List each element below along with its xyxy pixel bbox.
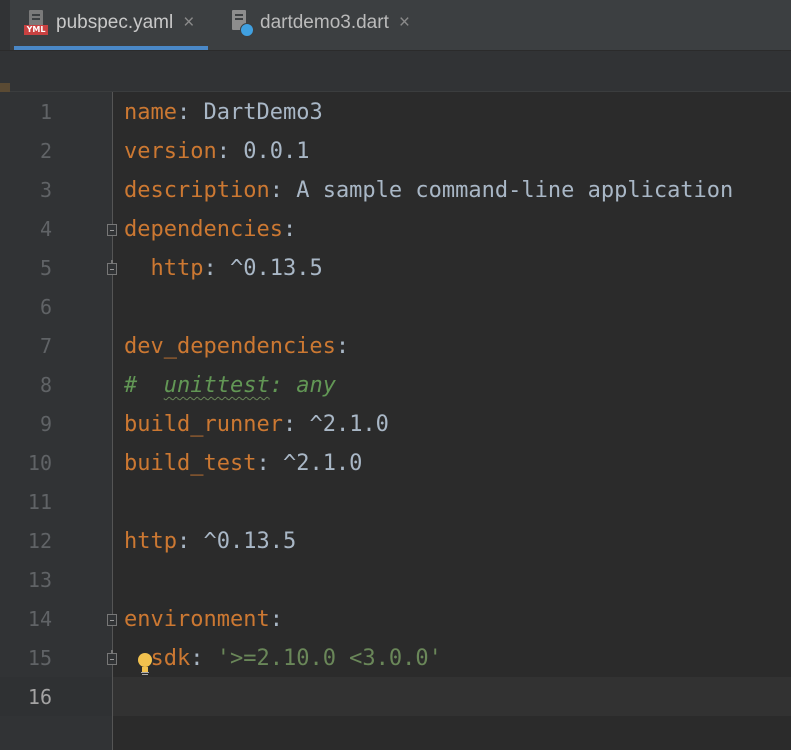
code-line[interactable]: # unittest: any [124,366,336,405]
line-number: 3 [39,178,52,202]
line-number: 5 [39,256,52,280]
line-number: 7 [39,334,52,358]
comment-text: : any [269,373,336,398]
yaml-key: sdk [124,646,191,671]
tab-label: pubspec.yaml [56,12,174,33]
fold-end-icon[interactable] [107,650,117,665]
line-number: 6 [39,295,52,319]
yaml-key: description [124,178,270,203]
yaml-key: build_runner [124,412,283,437]
yaml-value: 0.0.1 [243,139,310,164]
editor-tab-bar: YML pubspec.yaml × dartdemo3.dart × [0,0,791,51]
code-line[interactable]: version: 0.0.1 [124,132,309,171]
comment-word: unittest [163,373,270,398]
line-number: 14 [27,607,52,631]
code-line[interactable]: description: A sample command-line appli… [124,171,733,210]
yaml-separator: : [216,139,244,164]
fold-end-icon[interactable] [107,260,117,275]
current-line-highlight [0,677,791,716]
code-line[interactable]: build_runner: ^2.1.0 [124,405,389,444]
yaml-separator: : [282,217,297,242]
yaml-value: A sample command-line application [296,178,734,203]
code-line[interactable]: environment: [124,600,283,639]
code-line[interactable]: http: ^0.13.5 [124,522,296,561]
yaml-value: ^0.13.5 [229,256,323,281]
yaml-separator: : [203,256,230,281]
tab-pubspec-yaml[interactable]: YML pubspec.yaml × [14,0,208,50]
yaml-separator: : [176,100,204,125]
code-line[interactable]: build_test: ^2.1.0 [124,444,362,483]
yaml-separator: : [335,334,350,359]
line-number: 9 [39,412,52,436]
line-number: 8 [39,373,52,397]
yaml-key: name [124,100,177,125]
yaml-separator: : [256,451,283,476]
yaml-separator: : [282,412,310,437]
code-line[interactable]: http: ^0.13.5 [124,249,323,288]
code-line[interactable]: dependencies: [124,210,296,249]
breadcrumb-bar [0,51,791,91]
close-icon[interactable]: × [399,12,410,34]
yaml-key: http [124,256,204,281]
yaml-value: ^0.13.5 [203,529,297,554]
line-number: 1 [39,100,52,124]
yaml-string-value: '>=2.10.0 <3.0.0' [216,646,442,671]
comment-hash: # [124,373,164,398]
line-number: 13 [27,568,52,592]
yaml-file-icon: YML [24,10,50,36]
line-number: 15 [27,646,52,670]
yaml-separator: : [269,607,283,632]
close-icon[interactable]: × [183,12,194,34]
yaml-key: version [124,139,217,164]
yaml-key: dependencies [124,217,283,242]
code-line[interactable]: name: DartDemo3 [124,93,323,132]
fold-start-icon[interactable] [107,614,117,626]
yaml-key: environment [124,607,270,632]
line-number: 12 [27,529,52,553]
line-number: 16 [27,685,52,709]
yaml-value: DartDemo3 [203,100,323,125]
dart-file-icon [228,10,254,37]
divider [0,91,791,92]
yaml-separator: : [190,646,217,671]
tab-label: dartdemo3.dart [260,12,389,33]
fold-start-icon[interactable] [107,224,117,236]
yaml-key: build_test [124,451,257,476]
line-number: 4 [39,217,52,241]
yaml-value: ^2.1.0 [282,451,363,476]
line-number: 2 [39,139,52,163]
yaml-separator: : [176,529,204,554]
yaml-separator: : [269,178,297,203]
yaml-value: ^2.1.0 [309,412,389,437]
code-line[interactable]: sdk: '>=2.10.0 <3.0.0' [124,639,442,678]
line-number: 11 [27,490,52,514]
yaml-key: dev_dependencies [124,334,336,359]
tab-dartdemo3-dart[interactable]: dartdemo3.dart × [218,0,428,46]
lightbulb-icon[interactable] [137,653,153,675]
yaml-key: http [124,529,177,554]
line-number: 10 [27,451,52,475]
code-line[interactable]: dev_dependencies: [124,327,349,366]
